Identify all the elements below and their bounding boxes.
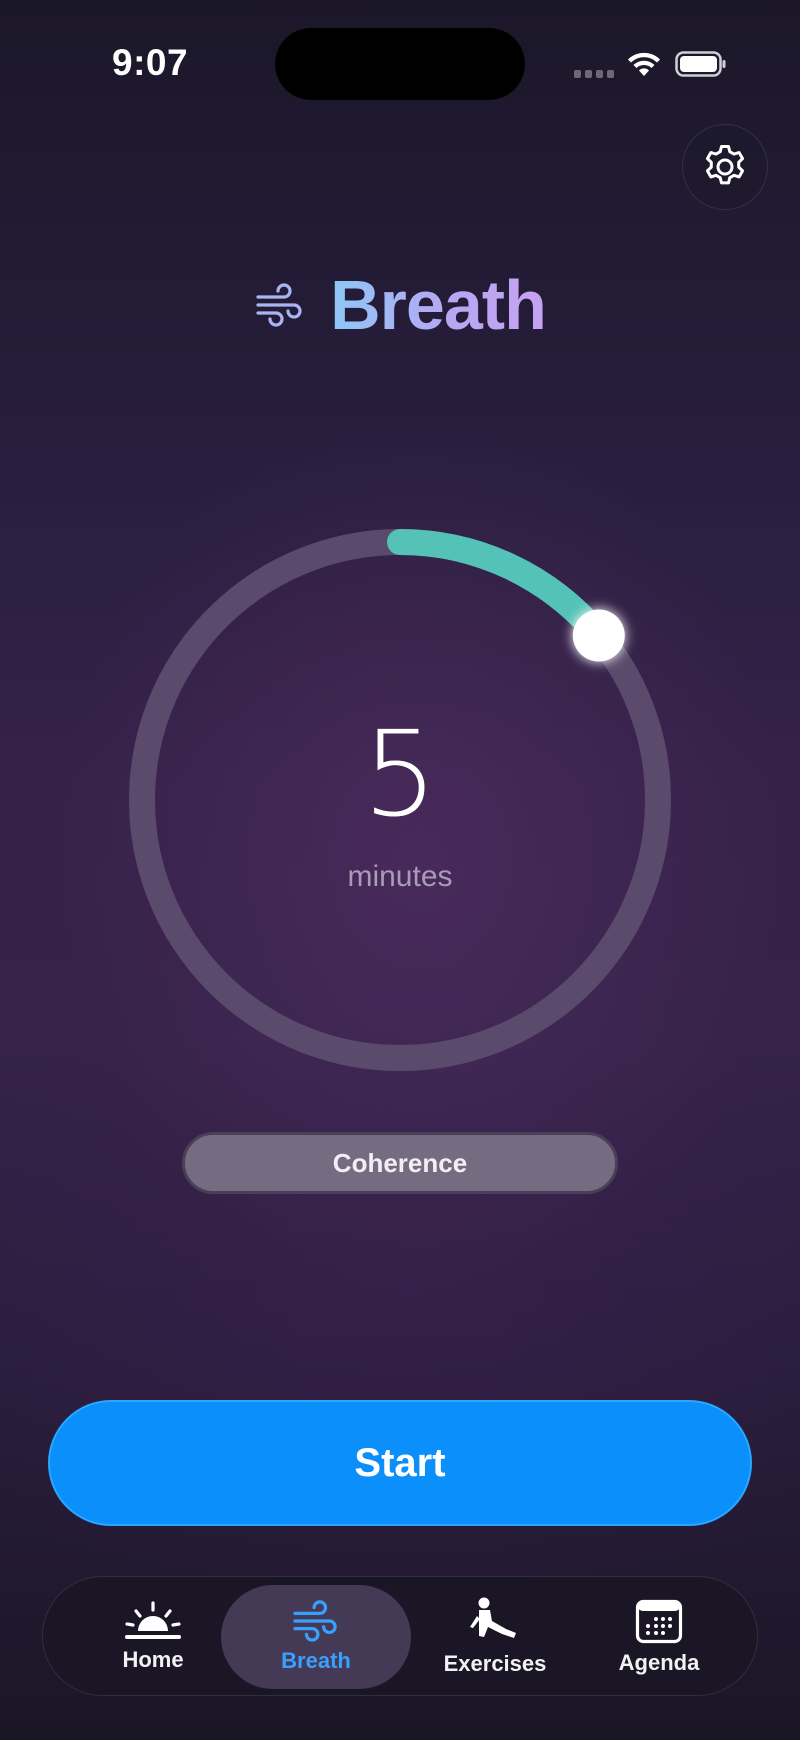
- gear-icon: [705, 145, 745, 185]
- page-title: Breath: [330, 266, 547, 344]
- tab-label: Agenda: [618, 1650, 700, 1675]
- wind-icon: [293, 1600, 337, 1642]
- wifi-icon: [628, 52, 660, 76]
- tab-agenda[interactable]: Agenda: [589, 1577, 729, 1697]
- tab-breath[interactable]: Breath: [246, 1577, 386, 1697]
- page-header: Breath: [0, 255, 800, 355]
- tab-exercises[interactable]: Exercises: [415, 1577, 575, 1697]
- tab-home[interactable]: Home: [83, 1577, 223, 1697]
- duration-unit: minutes: [347, 860, 453, 893]
- sunrise-icon: [125, 1601, 181, 1639]
- wind-icon: [256, 283, 302, 327]
- battery-icon: [675, 51, 726, 77]
- breathing-mode-button[interactable]: Coherence: [182, 1132, 618, 1194]
- start-button[interactable]: Start: [48, 1400, 752, 1526]
- tab-label: Home: [122, 1647, 184, 1672]
- tab-label: Breath: [281, 1648, 351, 1673]
- dynamic-island: [275, 28, 525, 100]
- calendar-icon: [635, 1599, 683, 1644]
- duration-value: 5: [362, 705, 438, 843]
- stretching-figure-icon: [470, 1597, 516, 1638]
- cellular-signal-icon: [574, 70, 614, 78]
- tab-label: Exercises: [443, 1651, 547, 1676]
- dial-handle: [572, 609, 625, 662]
- settings-button[interactable]: [682, 124, 768, 210]
- tab-bar: Home Breath Exercises Agenda: [42, 1576, 758, 1696]
- dial-progress-arc: [387, 529, 612, 649]
- status-time: 9:07: [112, 42, 189, 83]
